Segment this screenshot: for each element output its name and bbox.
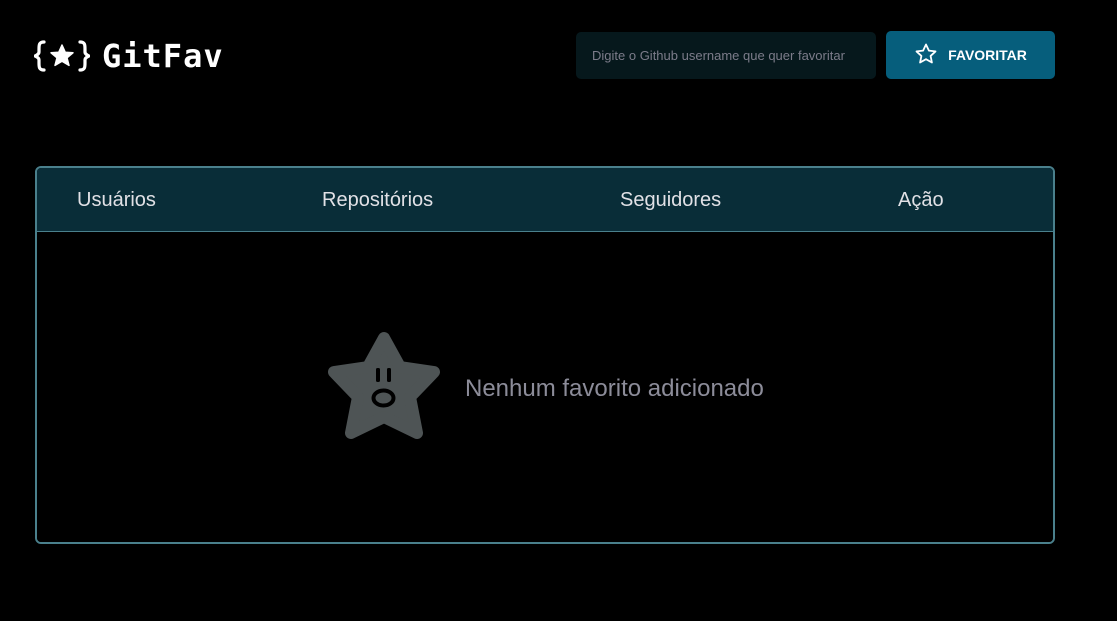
star-outline-icon: [914, 42, 938, 69]
column-header-action: Ação: [898, 189, 944, 211]
favorites-table: Usuários Repositórios Seguidores Ação Ne…: [35, 166, 1055, 544]
logo[interactable]: GitFav: [34, 37, 224, 75]
table-header: Usuários Repositórios Seguidores Ação: [37, 168, 1053, 232]
empty-state-message: Nenhum favorito adicionado: [465, 374, 764, 402]
column-header-users: Usuários: [77, 189, 156, 211]
empty-state: Nenhum favorito adicionado: [325, 330, 764, 447]
logo-text: GitFav: [102, 37, 224, 75]
table-body: Nenhum favorito adicionado: [37, 232, 1053, 542]
column-header-repositories: Repositórios: [322, 189, 434, 211]
username-search-input[interactable]: [576, 32, 876, 79]
column-header-followers: Seguidores: [620, 189, 722, 211]
favorite-button[interactable]: FAVORITAR: [886, 31, 1055, 79]
star-in-braces-icon: [34, 39, 90, 73]
search-box: [576, 32, 876, 79]
app-page: GitFav FAVORITAR Usuários Repositórios S…: [0, 0, 1117, 621]
favorite-button-label: FAVORITAR: [948, 47, 1027, 63]
surprised-star-icon: [325, 330, 443, 447]
